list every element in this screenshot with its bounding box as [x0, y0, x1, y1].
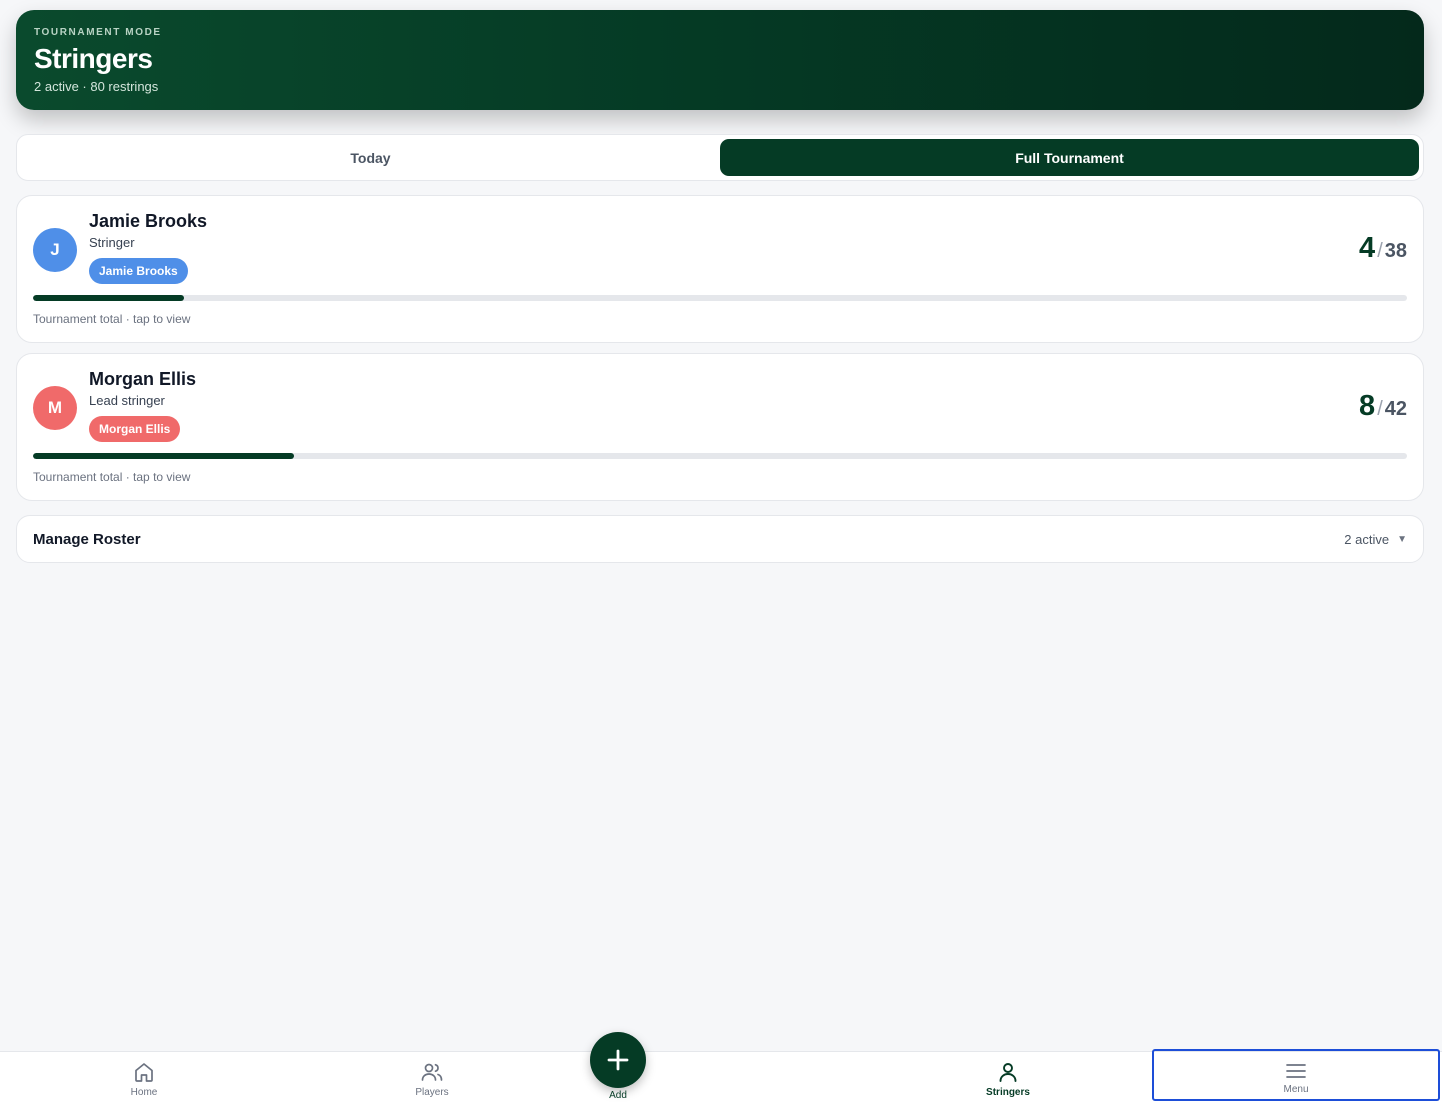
nav-menu-label: Menu — [1283, 1084, 1309, 1095]
count-total: 38 — [1384, 240, 1407, 262]
period-tabs: Today Full Tournament — [16, 134, 1424, 181]
plus-icon — [607, 1049, 629, 1071]
count-separator: / — [1377, 398, 1383, 420]
progress-track — [33, 295, 1407, 301]
tab-full-tournament[interactable]: Full Tournament — [720, 139, 1419, 176]
manage-roster-toggle[interactable]: Manage Roster 2 active ▼ — [16, 515, 1424, 563]
nav-stringers[interactable]: Stringers — [958, 1052, 1058, 1102]
progress-fill — [33, 295, 185, 301]
count-value: 8 — [1359, 390, 1376, 422]
stringer-name: Jamie Brooks — [89, 211, 208, 231]
nav-players[interactable]: Players — [382, 1052, 482, 1102]
user-icon — [999, 1063, 1017, 1082]
stringer-chip: Morgan Ellis — [89, 416, 181, 442]
tournament-header: TOURNAMENT MODE Stringers 2 active · 80 … — [16, 10, 1424, 110]
header-eyebrow: TOURNAMENT MODE — [34, 27, 162, 38]
manage-roster-label: Manage Roster — [33, 530, 141, 548]
progress-fill — [33, 453, 295, 459]
card-hint: Tournament total · tap to view — [33, 470, 191, 484]
count-value: 4 — [1359, 232, 1376, 264]
avatar: M — [33, 386, 77, 430]
header-subtitle: 2 active · 80 restrings — [34, 79, 159, 94]
tab-today[interactable]: Today — [21, 139, 720, 176]
nav-home-label: Home — [130, 1087, 158, 1098]
roster-active-count: 2 active — [1344, 531, 1390, 547]
stringer-card[interactable]: M Morgan Ellis Lead stringer Morgan Elli… — [16, 353, 1424, 501]
nav-menu[interactable]: Menu — [1152, 1049, 1440, 1101]
avatar: J — [33, 228, 77, 272]
card-hint: Tournament total · tap to view — [33, 312, 191, 326]
users-icon — [421, 1063, 443, 1081]
restring-count: 4 / 38 — [1359, 232, 1407, 265]
page-title: Stringers — [34, 43, 153, 74]
stringer-role: Stringer — [89, 235, 135, 250]
roster-status: 2 active ▼ — [1344, 532, 1407, 547]
nav-players-label: Players — [415, 1087, 449, 1098]
stringer-name: Morgan Ellis — [89, 369, 197, 389]
stringer-role: Lead stringer — [89, 393, 165, 408]
menu-icon — [1286, 1064, 1306, 1078]
count-separator: / — [1377, 240, 1383, 262]
add-label: Add — [609, 1090, 627, 1101]
add-button[interactable] — [590, 1032, 646, 1088]
stringer-card[interactable]: J Jamie Brooks Stringer Jamie Brooks 4 /… — [16, 195, 1424, 343]
count-total: 42 — [1384, 398, 1407, 420]
nav-stringers-label: Stringers — [986, 1087, 1030, 1098]
home-icon — [135, 1063, 153, 1082]
stringers-page: TOURNAMENT MODE Stringers 2 active · 80 … — [0, 0, 1442, 1102]
nav-home[interactable]: Home — [94, 1052, 194, 1102]
progress-track — [33, 453, 1407, 459]
restring-count: 8 / 42 — [1359, 390, 1407, 423]
chevron-down-icon: ▼ — [1397, 533, 1407, 545]
stringer-chip: Jamie Brooks — [89, 258, 188, 284]
